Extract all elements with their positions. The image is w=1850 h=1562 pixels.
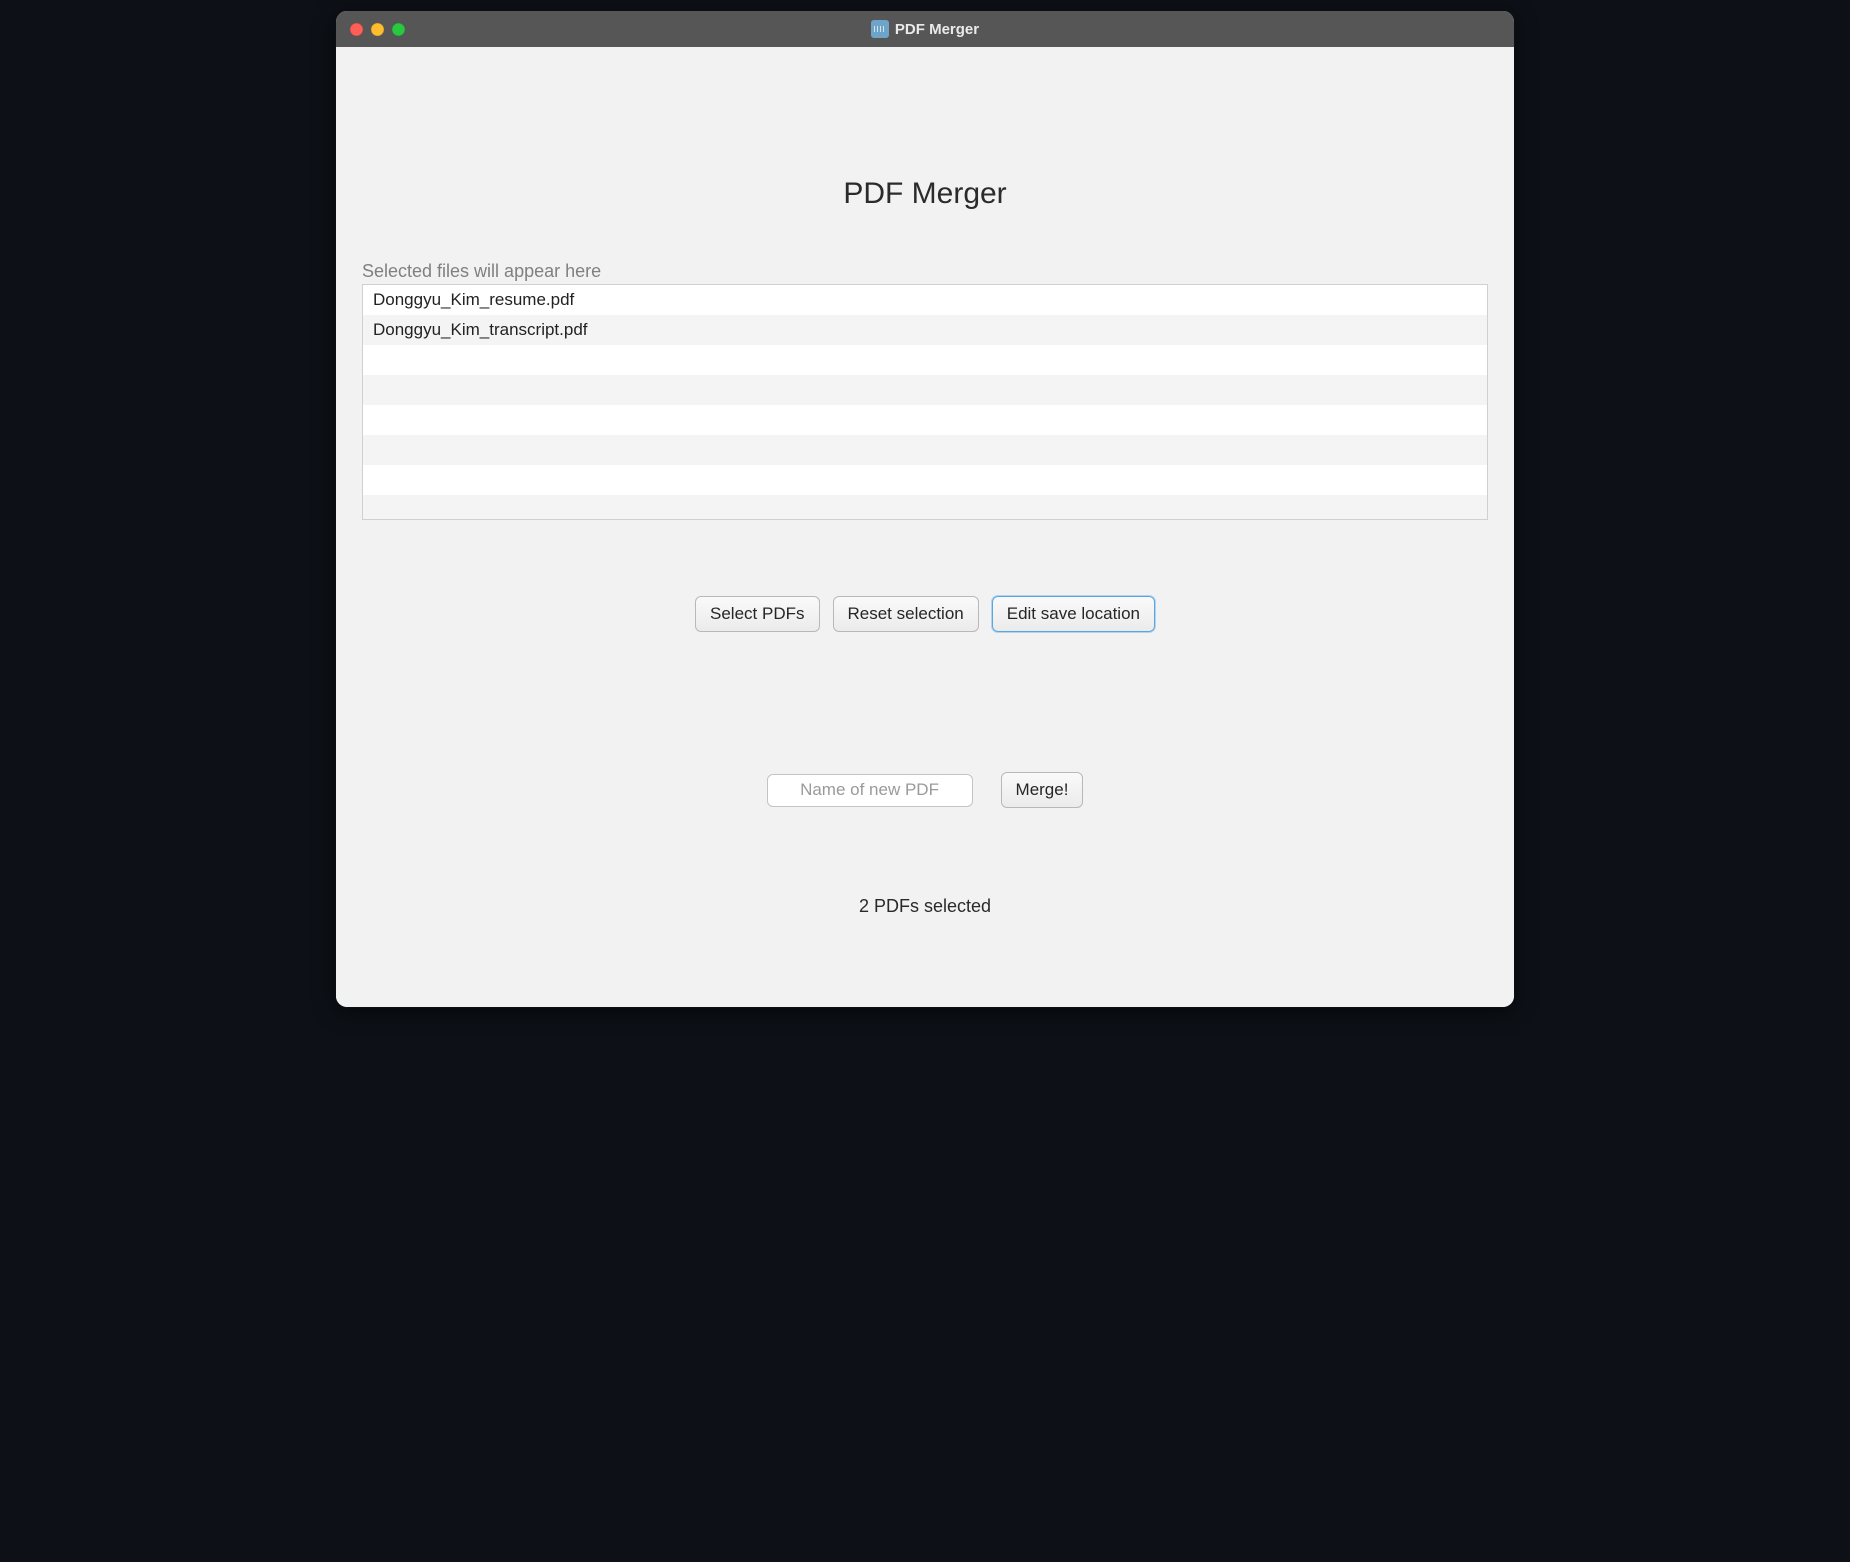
list-item[interactable] [363, 435, 1487, 465]
titlebar: PDF Merger [336, 11, 1514, 47]
list-item[interactable] [363, 405, 1487, 435]
status-text: 2 PDFs selected [362, 896, 1488, 917]
list-item[interactable]: Donggyu_Kim_transcript.pdf [363, 315, 1487, 345]
files-list[interactable]: Donggyu_Kim_resume.pdf Donggyu_Kim_trans… [362, 284, 1488, 520]
window-title-text: PDF Merger [895, 21, 979, 38]
files-list-label: Selected files will appear here [362, 261, 1488, 282]
minimize-icon[interactable] [371, 23, 384, 36]
close-icon[interactable] [350, 23, 363, 36]
output-filename-field[interactable] [767, 774, 973, 807]
page-title: PDF Merger [362, 47, 1488, 261]
edit-save-location-button[interactable]: Edit save location [992, 596, 1155, 632]
app-icon [871, 20, 889, 38]
merge-button[interactable]: Merge! [1001, 772, 1084, 808]
traffic-lights [336, 23, 405, 36]
app-window: PDF Merger PDF Merger Selected files wil… [335, 10, 1515, 1008]
list-item[interactable] [363, 495, 1487, 520]
list-item[interactable]: Donggyu_Kim_resume.pdf [363, 285, 1487, 315]
list-item[interactable] [363, 465, 1487, 495]
reset-selection-button[interactable]: Reset selection [833, 596, 979, 632]
merge-row: Merge! [362, 772, 1488, 808]
list-item[interactable] [363, 345, 1487, 375]
select-pdfs-button[interactable]: Select PDFs [695, 596, 819, 632]
content-area: PDF Merger Selected files will appear he… [336, 47, 1514, 1007]
window-title: PDF Merger [336, 20, 1514, 38]
list-item[interactable] [363, 375, 1487, 405]
action-button-row: Select PDFs Reset selection Edit save lo… [362, 596, 1488, 632]
zoom-icon[interactable] [392, 23, 405, 36]
